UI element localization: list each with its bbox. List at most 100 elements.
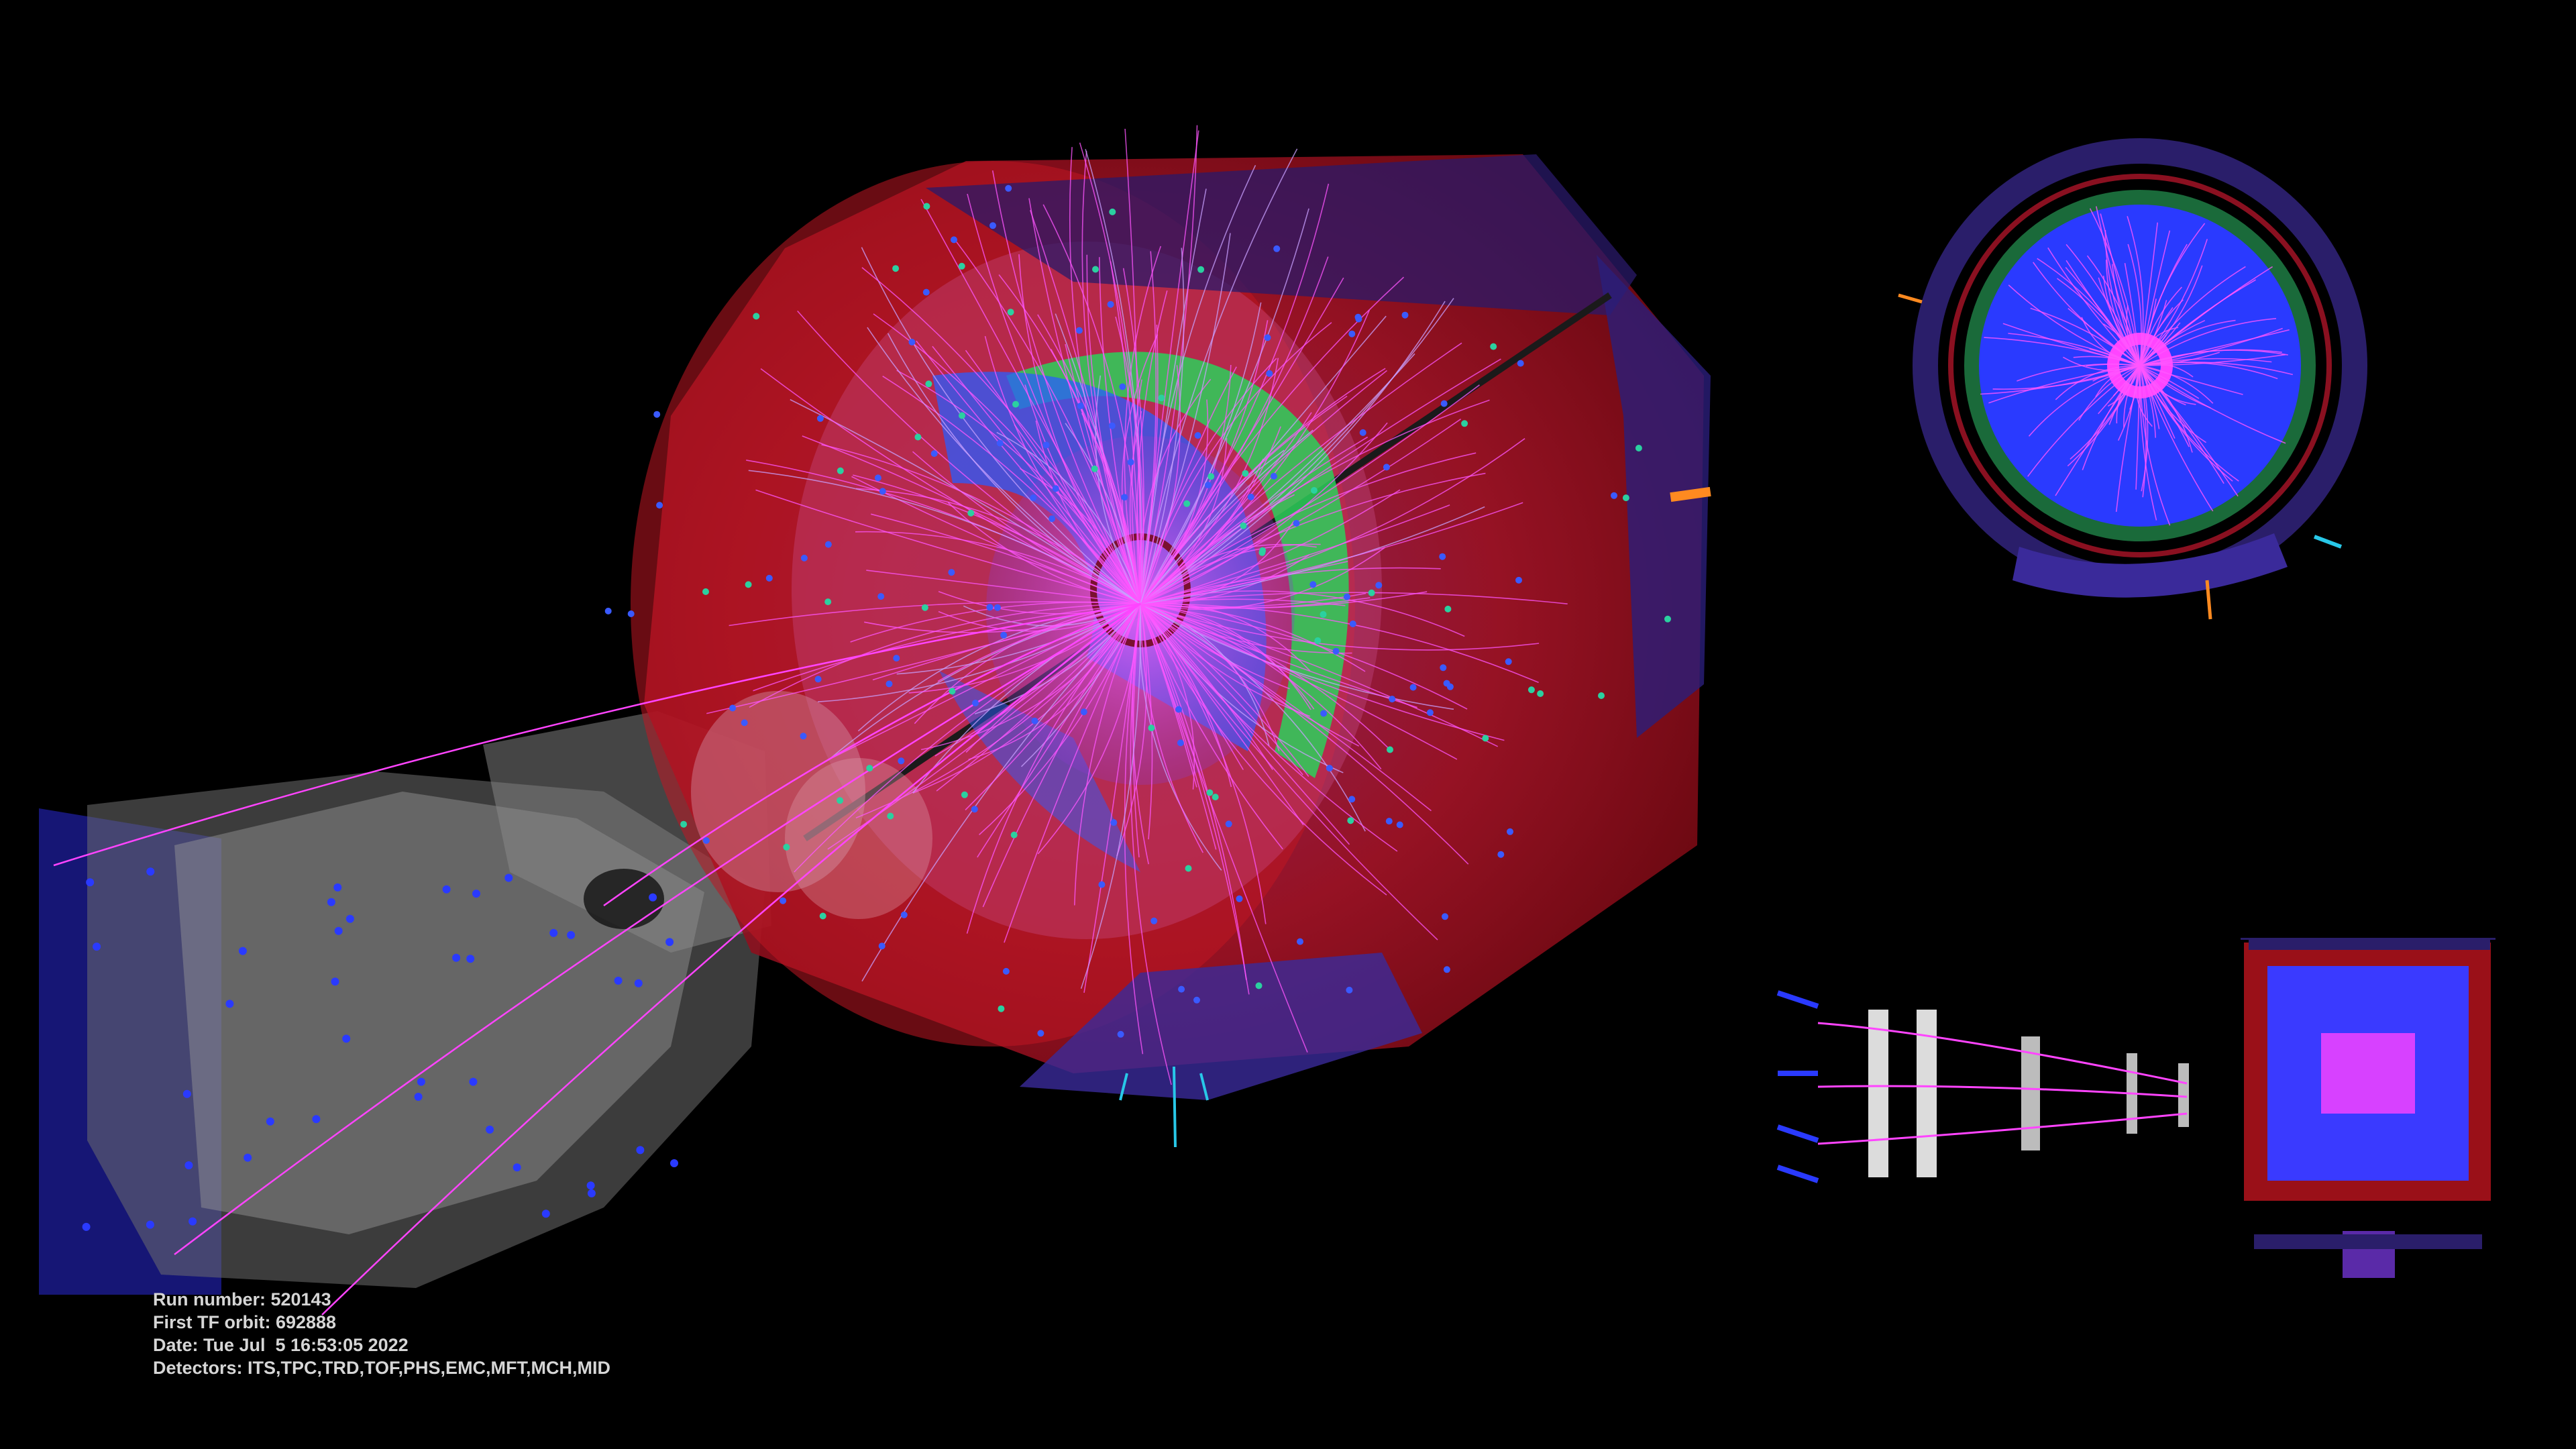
hit-point [874, 474, 881, 482]
hit-point [837, 467, 844, 474]
muon-hit-point [634, 979, 643, 987]
rphi-orange-hit [1898, 293, 1923, 304]
muon-rz-view [1776, 938, 2496, 1278]
hit-point [824, 541, 832, 548]
hit-point [1320, 610, 1327, 618]
hit-point [1444, 605, 1452, 612]
hit-point [1212, 794, 1219, 801]
hit-point [959, 412, 965, 419]
hit-point [702, 837, 710, 844]
hit-point [1314, 637, 1322, 644]
hit-point [971, 806, 978, 813]
hit-point [1012, 400, 1019, 408]
hit-point [885, 680, 893, 688]
hit-point [908, 339, 916, 345]
muon-hit-point [238, 947, 247, 955]
hit-point [1185, 865, 1192, 872]
hit-point [922, 288, 930, 296]
hit-point [923, 203, 930, 210]
mid-square-core [2321, 1033, 2415, 1114]
hit-point [1401, 311, 1409, 319]
hit-point [1343, 593, 1350, 600]
hit-point [1320, 710, 1328, 717]
hit-point [1193, 996, 1200, 1004]
hit-point [989, 222, 996, 229]
muon-spectrometer [39, 711, 771, 1295]
hit-point [1037, 1030, 1044, 1037]
hit-point [1107, 301, 1114, 308]
hit-point [1240, 522, 1247, 529]
cyan-hit [1173, 1066, 1177, 1148]
hit-point [898, 757, 905, 765]
hit-point [1368, 589, 1375, 596]
hit-point [800, 733, 807, 740]
hit-point [1005, 184, 1012, 192]
hit-point [1148, 724, 1155, 732]
muon-hit-point [266, 1117, 274, 1126]
mid-bottom-bar [2254, 1234, 2482, 1249]
hit-point [1000, 631, 1008, 639]
muon-hit-point [417, 1077, 425, 1086]
hit-point [1091, 465, 1098, 472]
muon-hit-point [442, 885, 451, 894]
hit-point [1426, 709, 1434, 716]
hit-point [1049, 515, 1056, 523]
hit-point [1332, 647, 1340, 655]
muon-hit-point [549, 928, 558, 937]
hit-point [1092, 266, 1099, 273]
muon-hit-point [567, 930, 576, 939]
hit-point [1622, 494, 1629, 502]
hit-point [930, 450, 938, 458]
hit-point [893, 655, 900, 662]
muon-hit-point [466, 955, 475, 963]
hit-point [1194, 432, 1201, 439]
hit-point [1664, 615, 1671, 623]
hit-point [824, 598, 832, 606]
hit-point [1310, 487, 1318, 494]
hit-point [1611, 492, 1617, 499]
hit-point [1264, 334, 1271, 341]
hit-point [1598, 692, 1605, 699]
hit-point [972, 700, 979, 706]
hit-point [741, 719, 748, 727]
muon-hit-point [452, 953, 461, 962]
hit-point [1515, 576, 1522, 584]
hit-point [837, 797, 844, 804]
detectors-label: Detectors: ITS,TPC,TRD,TOF,PHS,EMC,MFT,M… [153, 1358, 611, 1378]
hit-point [745, 581, 752, 588]
hit-point [1375, 582, 1383, 589]
hit-point [1635, 445, 1642, 451]
hit-point [1537, 690, 1544, 697]
hit-point [1440, 400, 1448, 407]
hit-point [1098, 881, 1106, 888]
hit-point [1109, 208, 1116, 215]
hit-point [1293, 520, 1300, 527]
hit-point [814, 676, 822, 683]
hit-point [1527, 686, 1535, 694]
hit-point [1175, 706, 1182, 713]
hit-point [1007, 309, 1014, 316]
rphi-cyan-hit [2313, 535, 2343, 549]
hit-point [1150, 917, 1158, 924]
muon-hit-point [342, 1034, 351, 1043]
hit-point [1266, 370, 1273, 377]
hit-point [1383, 464, 1390, 471]
muon-hit-point [587, 1189, 596, 1197]
hit-point [1259, 547, 1267, 554]
muon-hit-point [327, 898, 335, 906]
muon-hit-point [182, 1089, 191, 1098]
hit-point [627, 610, 635, 617]
date-label: Date: Tue Jul 5 16:53:05 2022 [153, 1335, 409, 1355]
hit-point [1326, 765, 1333, 772]
hit-point [1440, 664, 1447, 672]
hit-point [1236, 895, 1243, 902]
hit-point [878, 943, 885, 950]
hit-point [1409, 684, 1417, 691]
muon-hit-point [486, 1125, 494, 1134]
hit-point [1108, 422, 1116, 429]
hit-point [1052, 485, 1059, 492]
hit-point [1349, 621, 1356, 627]
hit-point [1517, 360, 1524, 367]
hit-point [998, 1005, 1005, 1012]
muon-station-1 [1868, 1010, 1888, 1177]
